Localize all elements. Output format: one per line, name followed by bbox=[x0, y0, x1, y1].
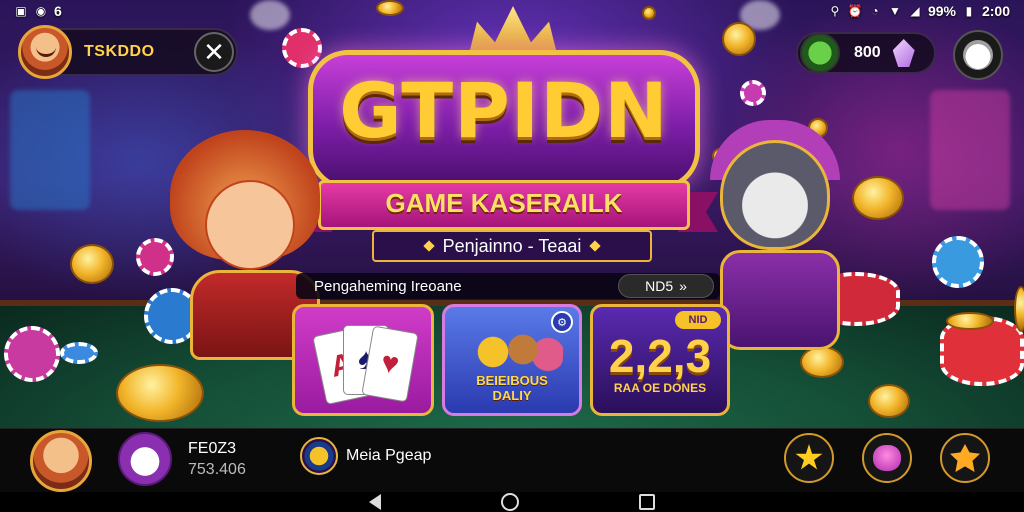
gold-coin bbox=[1014, 286, 1024, 332]
system-nav-bar bbox=[0, 492, 1024, 512]
bottom-player-avatar[interactable] bbox=[30, 430, 92, 492]
diamond-icon bbox=[589, 240, 602, 252]
card-tag: NID bbox=[675, 311, 721, 329]
numbers-card-value: 2,2,3 bbox=[608, 330, 712, 382]
gold-coin bbox=[722, 22, 756, 56]
gem-icon bbox=[892, 39, 915, 67]
logo-subtitle-text: Penjainno - Teaai bbox=[442, 235, 582, 256]
game-panel-title: Pengaheming Ireoane bbox=[314, 277, 462, 295]
chevron-right-icon: » bbox=[679, 278, 687, 294]
gold-coin bbox=[70, 244, 114, 284]
bottom-balance-label: FE0Z3 bbox=[188, 440, 237, 457]
creature-icon bbox=[873, 445, 901, 471]
alarm-icon: ⏰ bbox=[847, 4, 863, 18]
panel-pill-value: ND5 bbox=[645, 278, 674, 294]
status-left: ▣ ◉ 6 bbox=[14, 3, 62, 19]
characters-card-label: BEIEIBOUS DALIY bbox=[476, 373, 548, 403]
gold-coin bbox=[868, 384, 910, 418]
star-icon bbox=[795, 444, 823, 470]
character-head bbox=[720, 140, 830, 250]
badge-icon bbox=[950, 444, 980, 472]
dog-mascot-icon bbox=[963, 40, 993, 70]
battery-icon: ▮ bbox=[965, 4, 973, 18]
character-body bbox=[720, 250, 840, 350]
numbers-card-label: RAA OE DONES bbox=[613, 381, 707, 395]
frog-mascot-icon bbox=[800, 33, 840, 73]
diamond-icon bbox=[422, 240, 435, 252]
close-button[interactable]: ✕ bbox=[194, 32, 234, 72]
neon-sign bbox=[10, 90, 90, 210]
characters-illustration bbox=[463, 327, 563, 377]
gold-coin bbox=[946, 312, 994, 330]
logo-subtitle: Penjainno - Teaai bbox=[372, 230, 652, 262]
wifi-icon: ▼ bbox=[888, 4, 901, 18]
game-card-cards[interactable]: A ♠ ♥ bbox=[292, 304, 434, 416]
poker-chip bbox=[282, 28, 322, 68]
logo-ribbon-text: GAME KASERAILK bbox=[385, 188, 623, 218]
close-icon: ✕ bbox=[203, 36, 225, 67]
player-avatar[interactable] bbox=[18, 25, 72, 79]
home-icon[interactable] bbox=[501, 493, 519, 511]
panel-more-button[interactable]: ND5 » bbox=[618, 274, 714, 298]
pet-button[interactable] bbox=[862, 433, 912, 483]
currency-pill[interactable]: 800 bbox=[796, 32, 936, 74]
neon-sign bbox=[930, 90, 1010, 210]
battery-level: 99% bbox=[927, 3, 956, 19]
player-name: TSKDDO bbox=[84, 43, 155, 60]
gold-coin bbox=[800, 346, 844, 378]
poker-chip bbox=[740, 80, 766, 106]
game-card-numbers[interactable]: NID 2,2,3 RAA OE DONES bbox=[590, 304, 730, 416]
favorites-button[interactable] bbox=[784, 433, 834, 483]
poker-chip bbox=[60, 342, 98, 364]
status-left-text: 6 bbox=[54, 3, 62, 19]
location-icon: ⚲ bbox=[830, 4, 840, 18]
media-button[interactable]: Meia Pgeap bbox=[300, 437, 431, 475]
character-face bbox=[205, 180, 295, 270]
media-label: Meia Pgeap bbox=[346, 447, 432, 464]
player-info-pill: TSKDDO ✕ bbox=[18, 25, 238, 79]
coin-balance: 800 bbox=[854, 44, 881, 61]
signal-icon: ◢ bbox=[910, 4, 920, 18]
notification-icon: ▣ bbox=[15, 4, 27, 18]
back-icon[interactable] bbox=[369, 494, 381, 510]
pet-avatar[interactable] bbox=[118, 432, 172, 486]
poker-chip bbox=[932, 236, 984, 288]
achievements-button[interactable] bbox=[940, 433, 990, 483]
profile-button[interactable] bbox=[953, 30, 1003, 80]
bottom-balance-value: 753.406 bbox=[188, 461, 246, 478]
status-time: 2:00 bbox=[981, 3, 1010, 19]
app-icon: ◉ bbox=[35, 4, 47, 18]
game-logo-title: GTPIDN bbox=[339, 66, 669, 155]
poker-chip bbox=[4, 326, 60, 382]
gold-coin bbox=[852, 176, 904, 220]
gold-coin bbox=[116, 364, 204, 422]
game-card-characters[interactable]: ⚙ BEIEIBOUS DALIY bbox=[442, 304, 582, 416]
recent-apps-icon[interactable] bbox=[639, 494, 655, 510]
media-icon bbox=[300, 437, 338, 475]
clock-icon: ◔ bbox=[871, 4, 879, 18]
status-right: ⚲ ⏰ ◔ ▼ ◢ 99% ▮ 2:00 bbox=[828, 3, 1010, 19]
